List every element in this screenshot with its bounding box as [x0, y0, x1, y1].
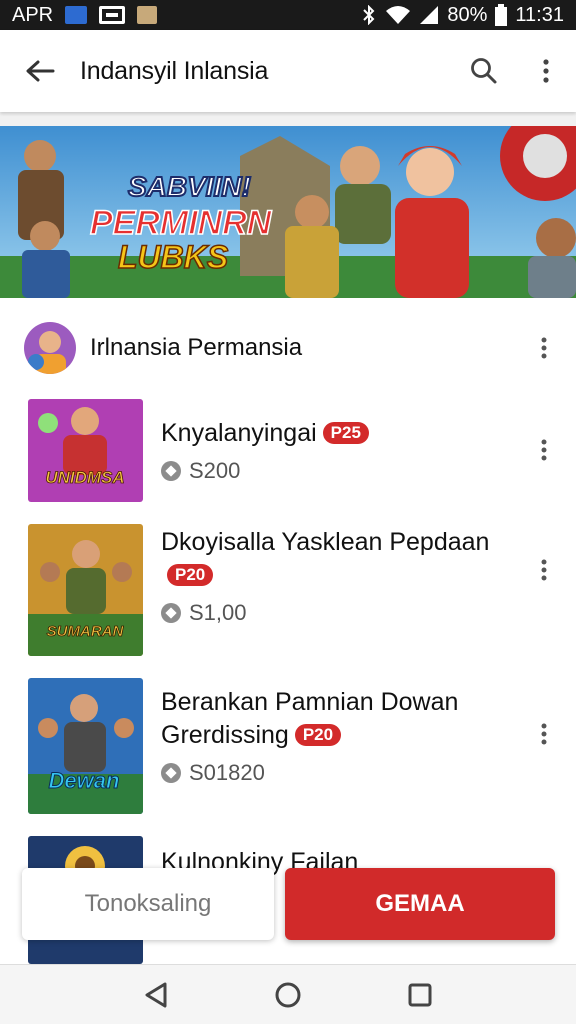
- banner-line-2: PERMINRN: [90, 204, 273, 242]
- app-title-text: Dkoyisalla Yasklean Pepdaan: [161, 528, 490, 556]
- nav-recents-button[interactable]: [392, 967, 448, 1023]
- overflow-menu-button[interactable]: [516, 39, 576, 103]
- coin-icon: [161, 461, 181, 481]
- search-icon: [471, 58, 497, 84]
- calendar-notification-icon: [137, 6, 158, 24]
- system-nav-bar: [0, 964, 576, 1024]
- rating-badge: P20: [167, 564, 214, 586]
- rating-badge: P20: [294, 724, 342, 746]
- app-notification-icon: [65, 6, 88, 24]
- banner-line-3: LUBKS: [118, 239, 229, 275]
- developer-avatar: [24, 322, 76, 374]
- app-title: Knyalanyingai P25: [161, 417, 526, 450]
- list-item[interactable]: Dewan Berankan Pamnian Dowan Grerdissing…: [0, 678, 576, 814]
- app-price: S1,00: [189, 600, 247, 625]
- rating-badge: P25: [322, 422, 369, 444]
- developer-row[interactable]: Irlnansia Permansia: [0, 318, 576, 378]
- coin-icon: [161, 763, 181, 783]
- battery-icon: [495, 4, 508, 26]
- app-more-button[interactable]: [526, 546, 562, 594]
- secondary-action-button[interactable]: Tonoksaling: [22, 868, 274, 940]
- app-thumbnail: Dewan: [28, 678, 143, 814]
- app-bar: Indansyil Inlansia: [0, 30, 576, 112]
- more-vert-icon: [541, 337, 547, 359]
- app-title: Berankan Pamnian Dowan Grerdissing P20: [161, 686, 526, 752]
- list-item[interactable]: UNIDMSA Knyalanyingai P25 S200: [0, 399, 576, 502]
- back-arrow-icon: [26, 60, 55, 82]
- cell-signal-icon: [420, 6, 439, 24]
- nav-home-button[interactable]: [260, 967, 316, 1023]
- list-item[interactable]: SUMARAN Dkoyisalla Yasklean Pepdaan P20 S…: [0, 524, 576, 656]
- more-vert-icon: [541, 723, 547, 745]
- more-vert-icon: [541, 559, 547, 581]
- app-price: S200: [189, 458, 241, 483]
- nav-home-icon: [275, 982, 301, 1007]
- back-button[interactable]: [0, 30, 80, 112]
- app-thumbnail: UNIDMSA: [28, 399, 143, 502]
- nav-recents-icon: [408, 983, 432, 1006]
- app-more-button[interactable]: [526, 426, 562, 474]
- nav-back-button[interactable]: [128, 967, 184, 1023]
- app-price: S01820: [189, 760, 265, 785]
- app-more-button[interactable]: [526, 710, 562, 758]
- app-title-text: Knyalanyingai: [161, 419, 317, 447]
- clock: 11:31: [515, 3, 564, 26]
- nav-back-icon: [145, 982, 167, 1007]
- message-notification-icon: [99, 6, 126, 24]
- wifi-icon: [386, 6, 411, 24]
- thumb-caption: SUMARAN: [47, 623, 125, 640]
- banner-artwork: SABVIIN! PERMINRN LUBKS: [0, 126, 576, 298]
- battery-percent: 80%: [447, 3, 488, 26]
- thumb-caption: UNIDMSA: [45, 468, 124, 487]
- app-thumbnail: SUMARAN: [28, 524, 143, 656]
- developer-name: Irlnansia Permansia: [90, 334, 303, 361]
- promo-banner[interactable]: SABVIIN! PERMINRN LUBKS: [0, 126, 576, 298]
- more-vert-icon: [541, 439, 547, 461]
- status-bar: APR 80% 11:31: [0, 0, 576, 30]
- search-button[interactable]: [452, 39, 516, 103]
- app-list-panel: Irlnansia Permansia UNIDMSA Knyalanyinga…: [0, 298, 576, 964]
- carrier-label: APR: [12, 3, 54, 26]
- coin-icon: [161, 603, 181, 623]
- thumb-caption: Dewan: [49, 768, 120, 793]
- more-vert-icon: [543, 59, 549, 83]
- primary-action-button[interactable]: GEMAA: [285, 868, 555, 940]
- page-title: Indansyil Inlansia: [80, 56, 269, 85]
- bluetooth-icon: [363, 5, 375, 25]
- developer-more-button[interactable]: [526, 324, 562, 372]
- banner-line-1: SABVIIN!: [128, 171, 251, 202]
- app-title: Dkoyisalla Yasklean Pepdaan P20: [161, 526, 526, 592]
